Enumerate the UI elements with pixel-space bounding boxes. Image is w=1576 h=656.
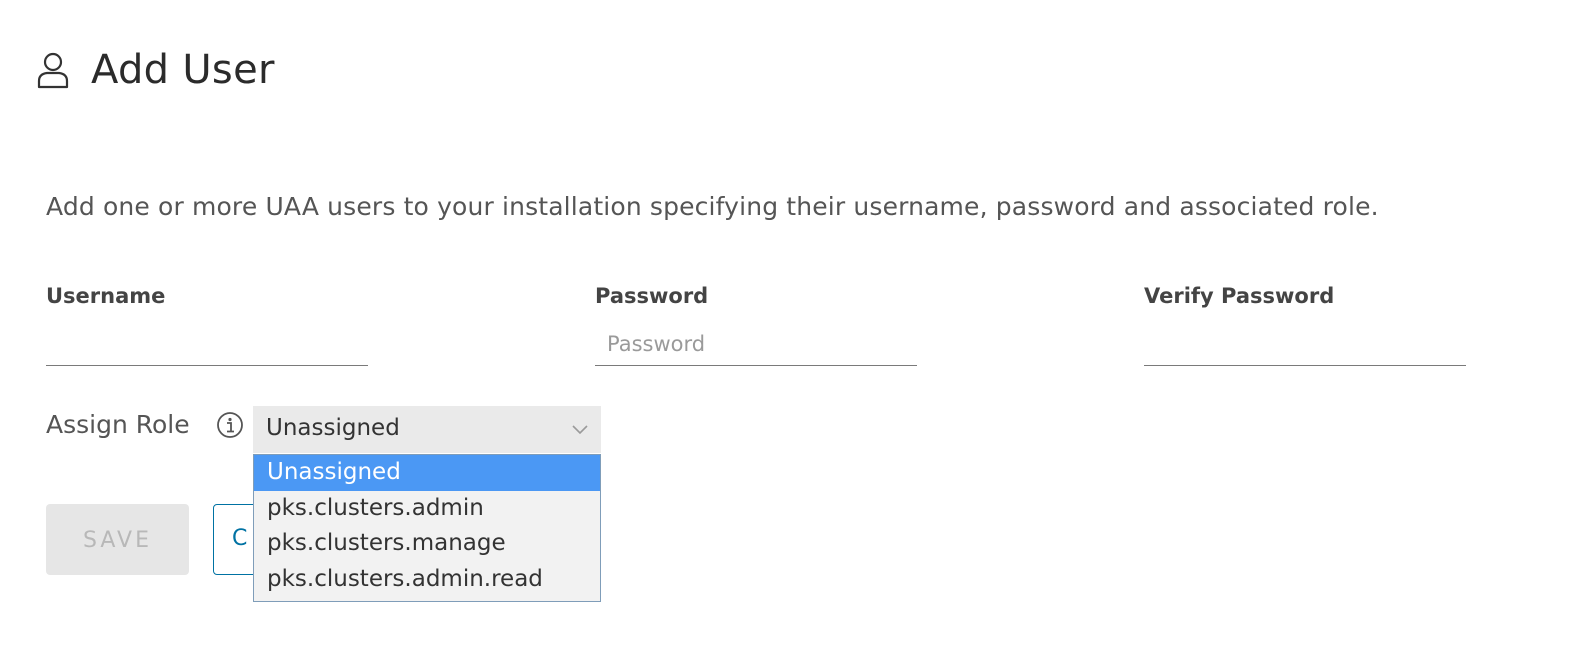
- verify-password-field[interactable]: [1144, 322, 1466, 366]
- role-option-clusters-admin[interactable]: pks.clusters.admin: [254, 491, 600, 527]
- password-label: Password: [595, 284, 709, 308]
- page-description: Add one or more UAA users to your instal…: [46, 192, 1379, 221]
- role-option-unassigned[interactable]: Unassigned: [254, 455, 600, 491]
- assign-role-label: Assign Role: [46, 410, 190, 439]
- role-select-value: Unassigned: [266, 415, 400, 441]
- role-select[interactable]: Unassigned: [253, 406, 601, 453]
- page-header: Add User: [36, 42, 275, 98]
- verify-password-label: Verify Password: [1144, 284, 1335, 308]
- password-field[interactable]: [595, 322, 917, 366]
- role-option-clusters-admin-read[interactable]: pks.clusters.admin.read: [254, 562, 600, 598]
- info-icon[interactable]: [216, 411, 244, 439]
- username-label: Username: [46, 284, 166, 308]
- page-title: Add User: [91, 47, 275, 93]
- chevron-down-icon: [571, 421, 589, 435]
- role-dropdown-list: Unassigned pks.clusters.admin pks.cluste…: [253, 454, 601, 602]
- user-icon: [36, 50, 70, 90]
- save-button[interactable]: SAVE: [46, 504, 189, 575]
- username-field[interactable]: [46, 322, 368, 366]
- role-option-clusters-manage[interactable]: pks.clusters.manage: [254, 526, 600, 562]
